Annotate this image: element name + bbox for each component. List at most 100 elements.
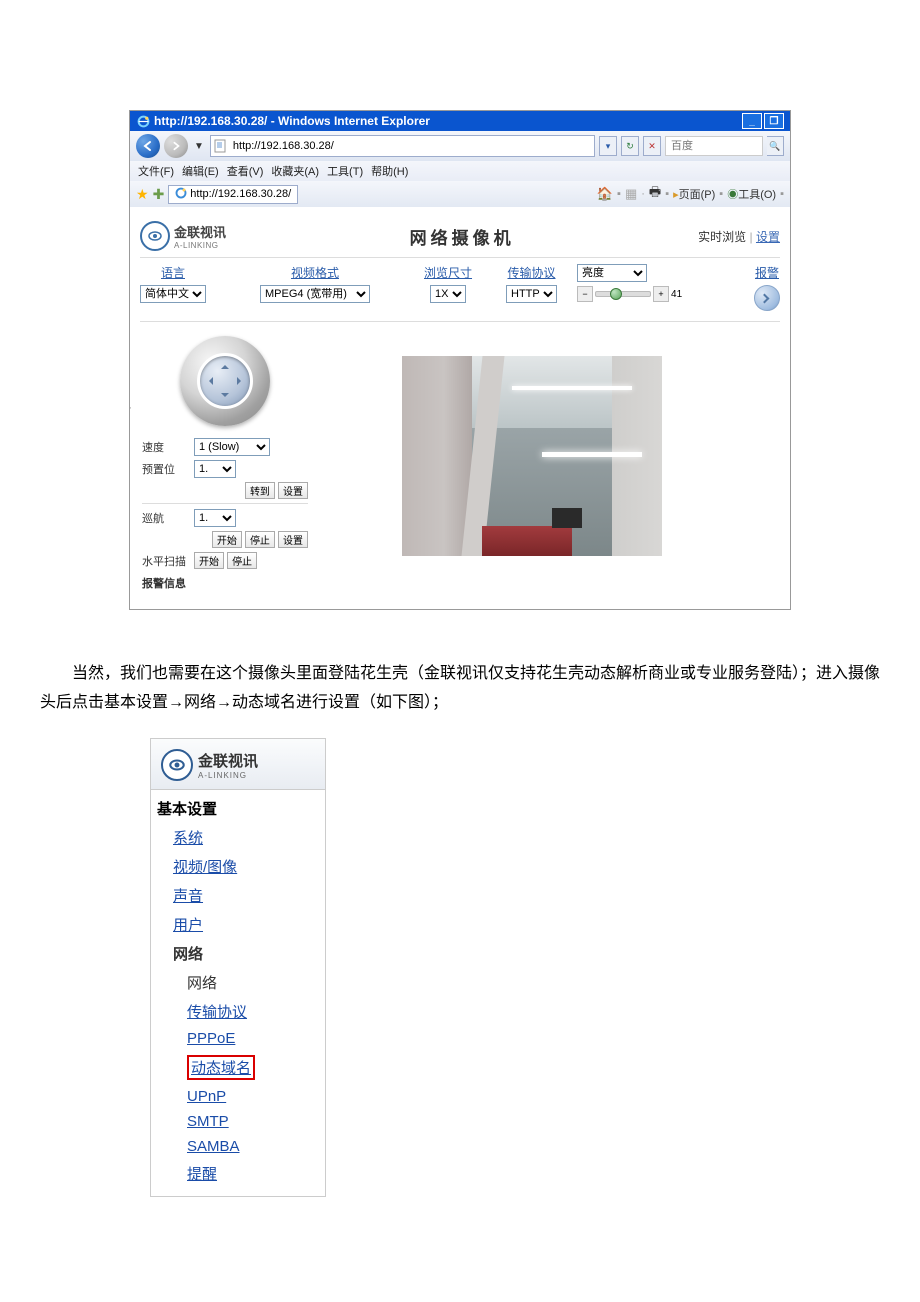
tab-title: http://192.168.30.28/ (190, 188, 291, 200)
settings-link[interactable]: 设置 (756, 230, 780, 244)
search-go-button[interactable]: 🔍 (767, 136, 784, 156)
brightness-slider[interactable] (595, 291, 651, 297)
preset-goto-button[interactable]: 转到 (245, 482, 275, 499)
alarm-button[interactable] (754, 285, 780, 311)
back-button[interactable] (136, 134, 160, 158)
camera-page: 金联视讯 A-LINKING 网络摄像机 实时浏览 | 设置 语言 简体中文 (130, 207, 790, 609)
hscan-label: 水平扫描 (140, 550, 192, 571)
browser-tab[interactable]: http://192.168.30.28/ (168, 185, 298, 204)
cruise-stop-button[interactable]: 停止 (245, 531, 275, 548)
ie-icon (136, 114, 150, 128)
proto-select[interactable]: HTTP (506, 285, 557, 303)
page-title: 网络摄像机 (226, 224, 698, 249)
alarm-label[interactable]: 报警 (755, 264, 779, 281)
history-dropdown[interactable]: ▼ (192, 141, 206, 152)
address-bar[interactable] (210, 135, 595, 157)
menu-user[interactable]: 用户 (173, 917, 203, 934)
menu-network[interactable]: 网络 (173, 946, 203, 963)
cruise-label: 巡航 (140, 507, 192, 529)
alarm-info-label: 报警信息 (140, 571, 310, 593)
titlebar: http://192.168.30.28/ - Windows Internet… (130, 111, 790, 131)
ie-screenshot: ↖ http://192.168.30.28/ - Windows Intern… (129, 110, 791, 610)
menu-edit[interactable]: 编辑(E) (182, 163, 219, 179)
ptz-up-icon[interactable] (221, 361, 229, 369)
menu-favorites[interactable]: 收藏夹(A) (271, 163, 319, 179)
body-paragraph: 当然，我们也需要在这个摄像头里面登陆花生壳（金联视讯仅支持花生壳动态解析商业或专… (40, 660, 880, 718)
favorites-icon[interactable]: ★ (136, 186, 149, 203)
minimize-button[interactable]: _ (742, 113, 762, 129)
cruise-select[interactable]: 1. (194, 509, 236, 527)
speed-label: 速度 (140, 436, 192, 458)
ptz-down-icon[interactable] (221, 393, 229, 401)
brightness-plus[interactable]: + (653, 286, 669, 302)
settings-menu-screenshot: 金联视讯 A-LINKING 基本设置 系统 视频/图像 声音 用户 网络 网络… (150, 738, 326, 1197)
speed-select[interactable]: 1 (Slow) (194, 438, 270, 456)
home-icon[interactable]: 🏠 (597, 186, 613, 202)
tab-ie-icon (175, 187, 187, 202)
logo-icon (140, 221, 170, 251)
cruise-set-button[interactable]: 设置 (278, 531, 308, 548)
titlebar-text: http://192.168.30.28/ - Windows Internet… (154, 114, 430, 128)
menu-view[interactable]: 查看(V) (227, 163, 264, 179)
size-label[interactable]: 浏览尺寸 (424, 264, 472, 281)
ptz-wheel[interactable] (180, 336, 270, 426)
refresh-button[interactable]: ↻ (621, 136, 639, 156)
maximize-button[interactable]: ❐ (764, 113, 784, 129)
search-input[interactable] (669, 139, 759, 153)
page-menu[interactable]: ▸页面(P) (673, 186, 715, 202)
proto-label[interactable]: 传输协议 (508, 264, 556, 281)
print-icon[interactable]: 🖶 (649, 183, 661, 205)
menu-video[interactable]: 视频/图像 (173, 859, 237, 876)
menu-tools[interactable]: 工具(T) (327, 163, 363, 179)
settings-logo-sub: A-LINKING (198, 771, 258, 780)
menu-ddns[interactable]: 动态域名 (191, 1060, 251, 1077)
menu-upnp[interactable]: UPnP (187, 1088, 226, 1105)
menu-audio[interactable]: 声音 (173, 888, 203, 905)
feeds-icon[interactable]: ▦ (625, 186, 637, 202)
menu-alert[interactable]: 提醒 (187, 1166, 217, 1183)
size-select[interactable]: 1X (430, 285, 466, 303)
menu-protocol[interactable]: 传输协议 (187, 1004, 247, 1021)
address-dropdown[interactable]: ▾ (599, 136, 617, 156)
ptz-right-icon[interactable] (237, 377, 245, 385)
search-box[interactable] (665, 136, 763, 156)
hscan-start-button[interactable]: 开始 (194, 552, 224, 569)
tools-menu[interactable]: ◉工具(O) (727, 186, 776, 202)
ptz-panel: 速度 1 (Slow) 预置位 1. 转到 设置 巡航 1. 开始 (140, 330, 310, 593)
hscan-stop-button[interactable]: 停止 (227, 552, 257, 569)
menu-file[interactable]: 文件(F) (138, 163, 174, 179)
preset-label: 预置位 (140, 458, 192, 480)
cruise-start-button[interactable]: 开始 (212, 531, 242, 548)
stop-button[interactable]: ✕ (643, 136, 661, 156)
menu-system[interactable]: 系统 (173, 830, 203, 847)
nav-toolbar: ▼ ▾ ↻ ✕ 🔍 (130, 131, 790, 161)
page-icon (214, 139, 228, 153)
menu-samba[interactable]: SAMBA (187, 1138, 240, 1155)
menubar: 文件(F) 编辑(E) 查看(V) 收藏夹(A) 工具(T) 帮助(H) (130, 161, 790, 181)
forward-button[interactable] (164, 134, 188, 158)
preset-select[interactable]: 1. (194, 460, 236, 478)
favorites-bar: ★ ✚ http://192.168.30.28/ 🏠▪ ▦· 🖶▪ ▸页面(P… (130, 181, 790, 207)
menu-help[interactable]: 帮助(H) (371, 163, 408, 179)
camera-logo: 金联视讯 A-LINKING (140, 221, 226, 251)
video-preview (402, 356, 662, 556)
realtime-label: 实时浏览 (698, 230, 746, 244)
brightness-minus[interactable]: − (577, 286, 593, 302)
menu-pppoe[interactable]: PPPoE (187, 1030, 235, 1047)
brightness-value: 41 (671, 289, 682, 300)
menu-smtp[interactable]: SMTP (187, 1113, 229, 1130)
lang-select[interactable]: 简体中文 (140, 285, 206, 303)
format-select[interactable]: MPEG4 (宽带用) (260, 285, 370, 303)
format-label[interactable]: 视频格式 (291, 264, 339, 281)
ptz-left-icon[interactable] (205, 377, 213, 385)
preset-set-button[interactable]: 设置 (278, 482, 308, 499)
add-favorite-icon[interactable]: ✚ (153, 186, 165, 203)
settings-logo-icon (161, 749, 193, 781)
header-links: 实时浏览 | 设置 (698, 228, 780, 245)
logo-subtext: A-LINKING (174, 241, 226, 250)
lang-label[interactable]: 语言 (161, 264, 185, 281)
brightness-select[interactable]: 亮度 (577, 264, 647, 282)
menu-network-sub[interactable]: 网络 (187, 975, 217, 992)
controls-row: 语言 简体中文 视频格式 MPEG4 (宽带用) 浏览尺寸 1X 传输协议 HT… (140, 258, 780, 322)
address-input[interactable] (231, 139, 591, 153)
